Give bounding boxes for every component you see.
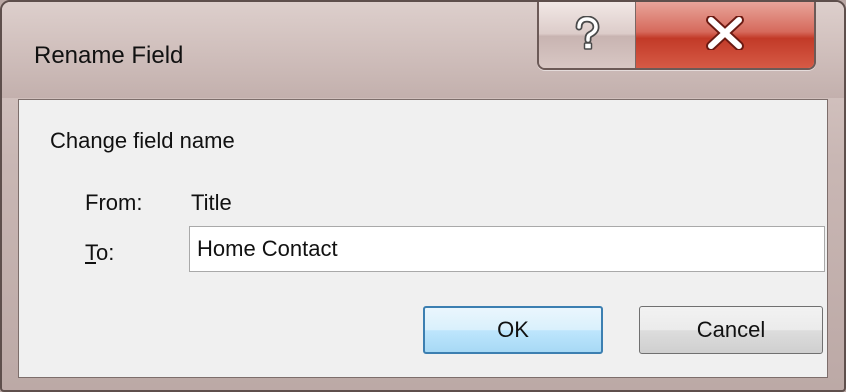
- change-field-name-heading: Change field name: [50, 128, 235, 153]
- new-field-name-input[interactable]: [189, 226, 825, 272]
- close-button[interactable]: [636, 2, 814, 68]
- rename-field-dialog: Rename Field Change field name From: Tit…: [0, 0, 846, 392]
- ok-button[interactable]: OK: [423, 306, 603, 354]
- close-x-icon: [703, 14, 747, 55]
- cancel-button[interactable]: Cancel: [639, 306, 823, 354]
- help-button[interactable]: [539, 2, 636, 68]
- to-label-rest: o:: [96, 240, 115, 265]
- window-title: Rename Field: [34, 42, 184, 69]
- to-label: To:: [85, 240, 114, 266]
- dialog-content: Change field name From: Title To: OK Can…: [18, 99, 828, 378]
- to-label-mnemonic: T: [85, 240, 96, 265]
- from-label: From:: [85, 190, 143, 215]
- from-value: Title: [191, 190, 232, 215]
- caption-buttons: [537, 2, 816, 70]
- help-question-icon: [572, 14, 602, 55]
